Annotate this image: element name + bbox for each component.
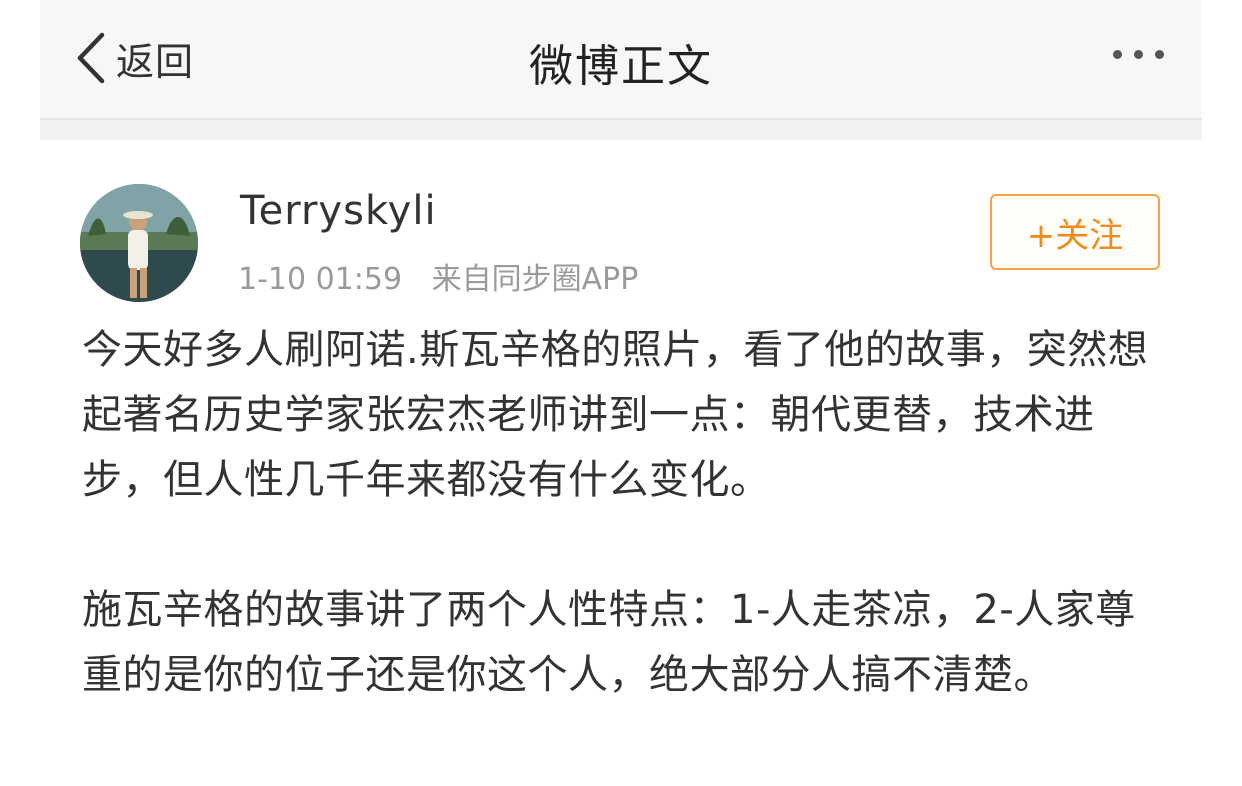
post-meta: 1-10 01:59 来自同步圈APP bbox=[238, 254, 638, 298]
post-time: 1-10 01:59 bbox=[238, 262, 403, 297]
post-content: 今天好多人刷阿诺.斯瓦辛格的照片，看了他的故事，突然想起著名历史学家张宏杰老师讲… bbox=[82, 318, 1172, 773]
more-dot bbox=[1155, 50, 1164, 59]
post-paragraph: 施瓦辛格的故事讲了两个人性特点：1-人走茶凉，2-人家尊重的是你的位子还是你这个… bbox=[82, 587, 1136, 698]
section-divider bbox=[40, 120, 1202, 140]
weibo-post: Terryskyli 1-10 01:59 来自同步圈APP +关注 今天好多人… bbox=[40, 140, 1202, 786]
page-title: 微博正文 bbox=[529, 41, 713, 92]
weibo-detail-screen: 返回 微博正文 Terryskyli 1-10 01:59 来自同步圈APP +… bbox=[40, 0, 1202, 786]
more-dot bbox=[1134, 50, 1143, 59]
follow-button[interactable]: +关注 bbox=[990, 194, 1160, 270]
avatar[interactable] bbox=[80, 184, 198, 302]
more-options-button[interactable] bbox=[1113, 50, 1164, 59]
navigation-bar: 返回 微博正文 bbox=[40, 0, 1202, 120]
author-name[interactable]: Terryskyli bbox=[240, 188, 437, 234]
post-source[interactable]: 来自同步圈APP bbox=[432, 262, 639, 297]
post-paragraph: 今天好多人刷阿诺.斯瓦辛格的照片，看了他的故事，突然想起著名历史学家张宏杰老师讲… bbox=[82, 327, 1149, 503]
more-horizontal-icon bbox=[1113, 50, 1122, 59]
